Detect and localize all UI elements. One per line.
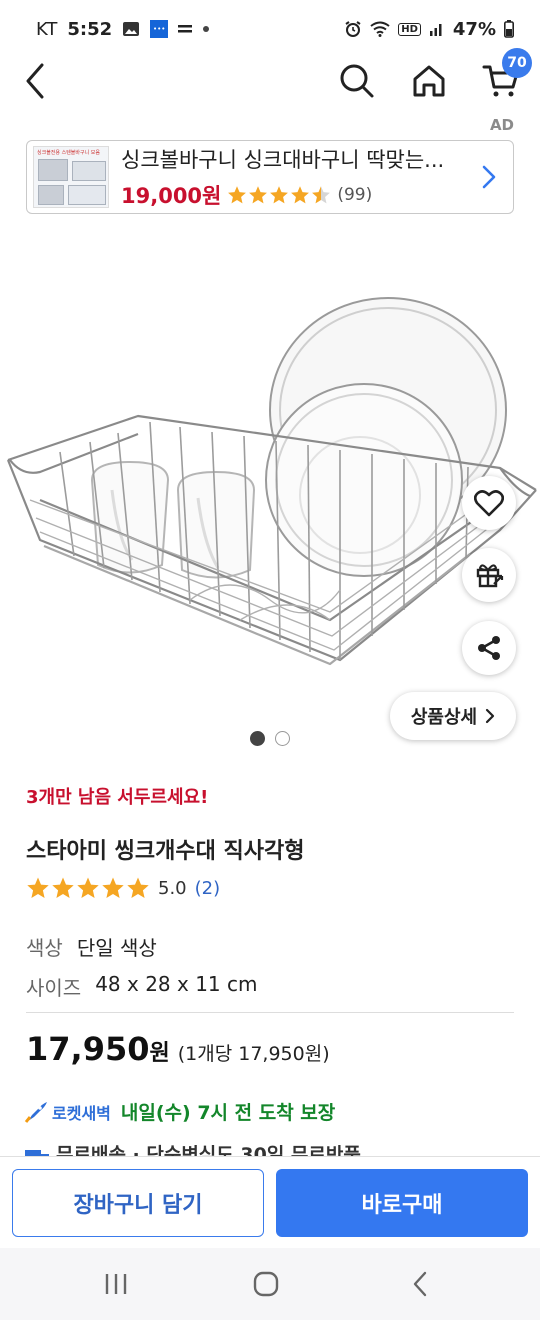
chevron-right-icon xyxy=(486,708,495,724)
truck-icon xyxy=(25,1150,49,1156)
home-circle-icon xyxy=(253,1271,279,1297)
wifi-icon xyxy=(370,21,390,37)
image-notification-icon xyxy=(122,21,140,37)
heart-icon xyxy=(474,490,504,517)
signal-icon xyxy=(429,21,445,37)
cart-button[interactable]: 70 xyxy=(478,48,532,104)
star-icon xyxy=(312,186,331,204)
ad-review-count: (99) xyxy=(337,185,373,205)
ad-thumbnail-caption: 싱크볼전용 스텐볼바구니 모음 xyxy=(37,150,100,156)
delivery-info: 로켓새벽 내일(수) 7시 전 도착 보장 xyxy=(24,1098,335,1125)
home-icon xyxy=(413,65,445,97)
star-icon xyxy=(228,186,247,204)
star-icon xyxy=(127,877,149,898)
search-icon xyxy=(340,64,374,98)
battery-level: 47% xyxy=(452,18,496,40)
ad-thumbnail: 싱크볼전용 스텐볼바구니 모음 xyxy=(33,146,109,208)
top-navigation: 70 xyxy=(0,48,540,104)
divider xyxy=(26,1012,514,1013)
battery-icon xyxy=(504,20,514,38)
sponsored-product-banner[interactable]: 싱크볼전용 스텐볼바구니 모음 싱크볼바구니 싱크대바구니 딱맞는... 19,… xyxy=(26,140,514,214)
stock-warning: 3개만 남음 서두르세요! xyxy=(26,787,209,808)
system-back-button[interactable] xyxy=(390,1262,450,1306)
page-dot-1[interactable] xyxy=(250,731,265,746)
star-icon xyxy=(270,186,289,204)
option-color-label: 색상 xyxy=(26,936,63,960)
cart-count-badge: 70 xyxy=(502,48,532,78)
shipping-info: 무료배송 · 단순변심도 30일 무료반품 xyxy=(24,1140,361,1156)
option-size-value: 48 x 28 x 11 cm xyxy=(95,972,258,996)
option-size: 사이즈 48 x 28 x 11 cm xyxy=(26,972,258,1001)
clock: 5:52 xyxy=(67,18,113,40)
sale-price: 17,950 xyxy=(26,1030,150,1068)
star-icon xyxy=(249,186,268,204)
share-button[interactable] xyxy=(462,621,516,675)
star-icon xyxy=(77,877,99,898)
bank-notification-icon: ••• xyxy=(150,20,169,38)
wishlist-button[interactable] xyxy=(462,476,516,530)
home-button[interactable] xyxy=(406,58,452,104)
star-icon xyxy=(52,877,74,898)
recent-apps-icon xyxy=(105,1274,127,1294)
rating-stars xyxy=(26,876,150,900)
option-color-value: 단일 색상 xyxy=(76,936,157,960)
product-detail-label: 상품상세 xyxy=(410,707,478,728)
star-icon xyxy=(27,877,49,898)
price-currency: 원 xyxy=(149,1041,170,1066)
ad-rating-stars xyxy=(227,185,331,205)
delivery-guarantee: 내일(수) 7시 전 도착 보장 xyxy=(120,1102,336,1124)
option-size-label: 사이즈 xyxy=(26,976,82,1000)
search-button[interactable] xyxy=(334,58,380,104)
back-chevron-icon xyxy=(413,1271,427,1297)
product-title: 스타아미 씽크개수대 직사각형 xyxy=(26,839,305,864)
shipping-text: 무료배송 · 단순변심도 30일 무료반품 xyxy=(56,1144,361,1156)
alarm-icon xyxy=(344,20,362,38)
carrier-label: KT xyxy=(36,18,58,40)
product-rating[interactable]: 5.0 (2) xyxy=(26,876,220,900)
unit-price: (1개당 17,950원) xyxy=(177,1043,330,1065)
product-image-gallery[interactable] xyxy=(0,240,540,720)
chevron-right-icon xyxy=(471,157,507,197)
buy-now-button[interactable]: 바로구매 xyxy=(276,1169,528,1237)
star-icon xyxy=(291,186,310,204)
purchase-action-bar: 장바구니 담기 바로구매 xyxy=(0,1156,540,1248)
recent-apps-button[interactable] xyxy=(86,1262,146,1306)
rating-score: 5.0 xyxy=(158,877,187,899)
rocket-icon xyxy=(24,1101,47,1123)
product-detail-button[interactable]: 상품상세 xyxy=(390,692,516,740)
price-row: 17,950 원 (1개당 17,950원) xyxy=(26,1030,330,1068)
gallery-pagination xyxy=(250,731,290,746)
home-system-button[interactable] xyxy=(236,1262,296,1306)
review-count-link[interactable]: (2) xyxy=(195,878,221,899)
ad-price: 19,000원 xyxy=(121,184,222,208)
page-dot-2[interactable] xyxy=(275,731,290,746)
dot-notification-icon xyxy=(202,25,210,33)
back-button[interactable] xyxy=(12,58,58,104)
gift-share-icon xyxy=(476,564,504,588)
ad-title: 싱크볼바구니 싱크대바구니 딱맞는... xyxy=(121,148,445,172)
network-type-label: HD xyxy=(398,22,421,36)
gift-button[interactable] xyxy=(462,548,516,602)
share-icon xyxy=(478,636,500,660)
system-navigation-bar xyxy=(0,1248,540,1320)
back-arrow-icon xyxy=(26,63,44,99)
rocket-dawn-badge: 로켓새벽 xyxy=(52,1103,111,1123)
ad-label: AD xyxy=(489,116,514,134)
add-to-cart-button[interactable]: 장바구니 담기 xyxy=(12,1169,264,1237)
menu-notification-icon xyxy=(178,23,193,35)
star-icon xyxy=(102,877,124,898)
option-color: 색상 단일 색상 xyxy=(26,932,157,961)
status-bar: KT 5:52 ••• HD 47% xyxy=(0,0,540,58)
dish-rack-image xyxy=(6,297,537,666)
